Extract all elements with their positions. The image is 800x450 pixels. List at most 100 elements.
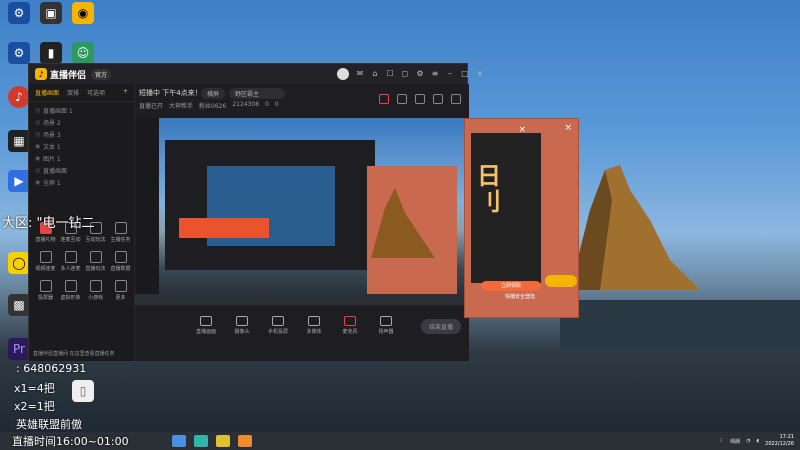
stat-live: 直播已开 — [139, 103, 164, 110]
notification-icon[interactable]: ◻ — [400, 69, 410, 79]
premiere-icon: Pr — [8, 338, 30, 360]
promo-bar[interactable] — [545, 275, 577, 287]
btool-media[interactable]: 多媒体 — [303, 316, 325, 335]
app-logo-icon: ♪ — [35, 68, 47, 80]
speaker-icon — [380, 316, 392, 326]
scene-item[interactable]: ◉ 文本 1 — [35, 140, 128, 152]
avatar[interactable] — [337, 68, 349, 80]
eye-icon[interactable]: ◉ — [35, 143, 43, 150]
promo-card: 日 刂 立即领取 — [471, 133, 541, 291]
scene-list: ◎ 直播画面 1 ◎ 场景 2 ◎ 场景 3 ◉ 文本 1 ◉ 图片 1 ◎ 直播画面 ◉ 全… — [29, 102, 134, 190]
contact-overlay: : 648062931 — [16, 362, 87, 375]
chat-icon[interactable]: ☐ — [385, 69, 395, 79]
eye-icon[interactable]: ◉ — [35, 179, 43, 186]
clock[interactable]: 17:21 2022/12/26 — [765, 434, 794, 448]
orientation-pill[interactable]: 横屏 — [201, 88, 226, 99]
menu-icon[interactable]: ≡ — [430, 69, 440, 79]
tool-video-mic[interactable]: 视频连麦 — [33, 251, 58, 272]
scene-item[interactable]: ◎ 直播画面 1 — [35, 104, 128, 116]
app-icon: ▦ — [8, 130, 30, 152]
scene-item[interactable]: ◎ 场景 2 — [35, 116, 128, 128]
preview-scenery — [135, 118, 469, 305]
tool-grid: 直播礼物 连麦互动 互动玩法 主播任务 视频连麦 多人连麦 直播玩法 直播数据 … — [33, 222, 133, 301]
weather-icon: ☾ — [719, 438, 725, 444]
tab-duo[interactable]: 双排 — [67, 88, 79, 97]
main-panel: 短播中 下午4点来！！ 横屏 野区霸主 直播已开 大神帮手 粉丝0626 212… — [135, 84, 469, 361]
record-icon[interactable] — [415, 94, 425, 104]
btool-phone[interactable]: 手机投屏 — [267, 316, 289, 335]
eye-icon[interactable]: ◎ — [35, 107, 43, 114]
tool-play[interactable]: 直播玩法 — [83, 251, 108, 272]
gift-box-icon[interactable] — [379, 94, 389, 104]
main-right-icons — [379, 94, 461, 104]
avatar-icon — [64, 280, 77, 292]
volume-icon[interactable]: ◖ — [757, 438, 760, 444]
music-icon: ♪ — [8, 86, 30, 108]
stat-fans: 粉丝0626 — [199, 103, 227, 110]
desktop-icon-app2[interactable]: ▣ — [34, 2, 68, 26]
task-live-icon[interactable] — [238, 435, 252, 447]
claim-button[interactable]: 立即领取 — [481, 281, 541, 291]
scene-item[interactable]: ◎ 场景 3 — [35, 128, 128, 140]
app-logo: ♪ 直播伴侣 官方 — [35, 68, 112, 81]
popup-footer[interactable]: 快播安全登陆 — [505, 293, 535, 300]
eye-icon[interactable]: ◎ — [35, 119, 43, 126]
bottom-toolbar: 直播画面 摄像头 手机投屏 多媒体 麦克风 扬声器 — [195, 316, 397, 335]
lock-icon[interactable] — [397, 94, 407, 104]
eye-icon[interactable]: ◎ — [35, 131, 43, 138]
settings-icon[interactable]: ⚙ — [415, 69, 425, 79]
maximize-icon[interactable]: □ — [460, 69, 470, 79]
stats-row: 直播已开 大神帮手 粉丝0626 2124308 0 0 — [139, 101, 279, 110]
title-bar-icons: ✉ ⌂ ☐ ◻ ⚙ ≡ – □ × — [355, 69, 485, 79]
monitor-icon: ▣ — [40, 2, 62, 24]
eye-icon[interactable]: ◎ — [35, 167, 43, 174]
tab-live-scene[interactable]: 直播画面 — [35, 88, 59, 97]
cast-icon — [39, 280, 52, 292]
tool-minigame[interactable]: 小游戏 — [83, 280, 108, 301]
stat-helper: 大神帮手 — [169, 103, 194, 110]
rock-scenery — [560, 165, 800, 350]
stat-id: 2124308 — [232, 101, 260, 108]
gift-icon[interactable]: ⌂ — [370, 69, 380, 79]
task-app-icon[interactable] — [172, 435, 186, 447]
bell-icon[interactable] — [433, 94, 443, 104]
tool-data[interactable]: 直播数据 — [108, 251, 133, 272]
close-icon[interactable]: × — [475, 69, 485, 79]
tool-task[interactable]: 主播任务 — [108, 222, 133, 243]
play-icon: ▶ — [8, 170, 30, 192]
minimize-icon[interactable]: – — [445, 69, 455, 79]
desktop-icon-file[interactable]: ▯ — [66, 380, 100, 404]
task-edge-icon[interactable] — [194, 435, 208, 447]
task-chrome-icon[interactable] — [216, 435, 230, 447]
desktop-icon-app3[interactable]: ◉ — [66, 2, 100, 26]
btool-camera[interactable]: 摄像头 — [231, 316, 253, 335]
left-tabs: 直播画面 双排 可选项 + — [29, 84, 134, 102]
category-pill[interactable]: 野区霸主 — [229, 88, 285, 99]
message-icon[interactable]: ✉ — [355, 69, 365, 79]
share-icon[interactable] — [451, 94, 461, 104]
left-footer[interactable]: 直播伴侣直播间 在这里查看直播任务 — [33, 350, 115, 357]
desktop-icon-app1[interactable]: ⚙ — [2, 2, 36, 26]
tool-multi-mic[interactable]: 多人连麦 — [58, 251, 83, 272]
end-live-button[interactable]: 结束直播 — [420, 319, 461, 334]
btool-speaker[interactable]: 扬声器 — [375, 316, 397, 335]
add-scene-icon[interactable]: + — [123, 88, 128, 97]
popup-close-icon[interactable]: × — [564, 123, 572, 133]
tool-more[interactable]: 更多 — [108, 280, 133, 301]
tool-avatar[interactable]: 虚拟形象 — [58, 280, 83, 301]
x1-overlay: x1=4把 — [14, 382, 55, 395]
tool-cast[interactable]: 投屏器 — [33, 280, 58, 301]
btool-mic[interactable]: 麦克风 — [339, 316, 361, 335]
title-bar: ♪ 直播伴侣 官方 ✉ ⌂ ☐ ◻ ⚙ ≡ – □ × — [29, 64, 483, 84]
eye-icon[interactable]: ◉ — [35, 155, 43, 162]
scene-item[interactable]: ◉ 全屏 1 — [35, 176, 128, 188]
system-tray: ☾ 晴朗 ◔ ◖ 17:21 2022/12/26 — [720, 434, 794, 448]
app-icon: ⚙ — [8, 42, 30, 64]
live-preview[interactable] — [135, 118, 469, 305]
tab-options[interactable]: 可选项 — [87, 88, 105, 97]
scene-item[interactable]: ◉ 图片 1 — [35, 152, 128, 164]
network-icon[interactable]: ◔ — [746, 438, 750, 444]
btool-screen[interactable]: 直播画面 — [195, 316, 217, 335]
stat-viewers: 0 — [274, 101, 279, 108]
scene-item[interactable]: ◎ 直播画面 — [35, 164, 128, 176]
